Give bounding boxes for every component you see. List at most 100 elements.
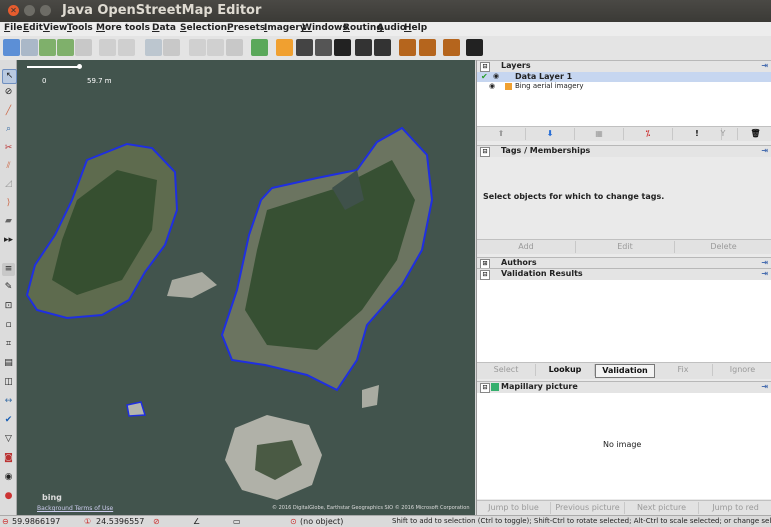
latitude-value: 59.9866197 [12, 517, 61, 526]
panel-notes-icon[interactable]: ▤ [2, 357, 15, 370]
mapillary-panel-header[interactable]: ⊟ Mapillary picture ⇥ [477, 381, 771, 393]
hand-preset-icon[interactable] [334, 39, 351, 56]
menu-help[interactable]: Help [404, 23, 427, 33]
close-window-icon[interactable]: ✕ [8, 5, 19, 16]
panel-mapillary-icon[interactable]: ● [2, 490, 15, 503]
new-layer-icon[interactable] [3, 39, 20, 56]
menu-file[interactable]: File [4, 23, 22, 33]
collapse-icon[interactable]: ⊟ [480, 147, 490, 157]
validation-button[interactable]: Validation [595, 364, 655, 378]
panel-commands-icon[interactable]: ⌗ [2, 338, 15, 351]
open-file-icon[interactable] [21, 39, 38, 56]
panel-authors-icon[interactable]: ◙ [2, 452, 15, 465]
restaurant-preset-icon[interactable] [419, 39, 436, 56]
historic-preset-icon[interactable] [443, 39, 460, 56]
menu-bar: File Edit View Tools More tools Data Sel… [0, 22, 771, 36]
collapse-icon[interactable]: ⊟ [480, 62, 490, 72]
building-tool-icon[interactable]: ▰ [2, 215, 15, 228]
collapse-icon[interactable]: ⊟ [480, 270, 490, 280]
building-preset-icon[interactable] [276, 39, 293, 56]
menu-edit[interactable]: Edit [23, 23, 43, 33]
menu-imagery[interactable]: Imagery [264, 23, 306, 33]
panel-conflict-icon[interactable]: ↔ [2, 395, 15, 408]
improve-way-icon[interactable]: ⟩ [2, 197, 15, 210]
menu-tools[interactable]: Tools [67, 23, 93, 33]
fix-button[interactable]: Fix [654, 364, 713, 376]
visibility-eye-icon[interactable]: ◉ [493, 72, 499, 80]
menu-data[interactable]: Data [152, 23, 176, 33]
visibility-eye-icon[interactable]: ◉ [489, 82, 495, 90]
draw-mode-icon[interactable]: ╱ [2, 105, 15, 118]
merge-icon[interactable]: Y [709, 128, 738, 140]
minimize-window-icon[interactable] [24, 5, 35, 16]
collapse-icon[interactable]: ⊟ [480, 383, 490, 393]
maximize-window-icon[interactable] [40, 5, 51, 16]
delete-mode-icon[interactable]: ✂ [2, 142, 15, 155]
layer-item-imagery[interactable]: ◉ Bing aerial imagery [477, 82, 771, 92]
previous-picture-button[interactable]: Previous picture [551, 502, 625, 514]
refresh-icon[interactable] [226, 39, 243, 56]
redo-icon[interactable] [118, 39, 135, 56]
panel-selection-icon[interactable]: ▫ [2, 319, 15, 332]
menu-presets[interactable]: Presets [227, 23, 265, 33]
landuse-preset-icon[interactable] [251, 39, 268, 56]
menu-view[interactable]: View [43, 23, 67, 33]
car-preset-icon[interactable] [355, 39, 372, 56]
move-down-icon[interactable]: ⬇ [526, 128, 575, 140]
pin-icon[interactable]: ⇥ [761, 269, 768, 278]
map-view[interactable]: 0 59.7 m bing Background Terms of Use © … [17, 60, 475, 515]
layer-item-data[interactable]: ✔ ◉ Data Layer 1 [477, 72, 771, 82]
panel-filter-icon[interactable]: ▽ [2, 433, 15, 446]
validation-panel-header[interactable]: ⊟ Validation Results ⇥ [477, 268, 771, 280]
panel-history-icon[interactable]: ◫ [2, 376, 15, 389]
undo-icon[interactable] [99, 39, 116, 56]
zoom-to-data-icon[interactable] [145, 39, 162, 56]
menu-more-tools[interactable]: More tools [96, 23, 150, 33]
split-way-icon[interactable] [207, 39, 224, 56]
save-icon[interactable] [75, 39, 92, 56]
lasso-icon[interactable]: ⊘ [2, 86, 15, 99]
combine-way-icon[interactable] [189, 39, 206, 56]
move-up-icon[interactable]: ⬆ [477, 128, 526, 140]
panel-relations-icon[interactable]: ⊡ [2, 300, 15, 313]
pin-icon[interactable]: ⇥ [761, 258, 768, 267]
barrier-preset-icon[interactable] [296, 39, 313, 56]
panel-changeset-icon[interactable]: ◉ [2, 471, 15, 484]
more-tools-icon[interactable]: ▸▸ [2, 234, 15, 247]
terrain-preset-icon[interactable] [466, 39, 483, 56]
edit-tag-button[interactable]: Edit [576, 241, 675, 253]
extrude-mode-icon[interactable]: ◿ [2, 178, 15, 191]
delete-tag-button[interactable]: Delete [675, 241, 771, 253]
select-button[interactable]: Select [477, 364, 536, 376]
upload-icon[interactable] [57, 39, 74, 56]
next-picture-button[interactable]: Next picture [625, 502, 699, 514]
show-hide-icon[interactable]: ⁒ [624, 128, 673, 140]
ignore-button[interactable]: Ignore [713, 364, 771, 376]
add-tag-button[interactable]: Add [477, 241, 576, 253]
menu-selection[interactable]: Selection [180, 23, 227, 33]
jump-to-blue-button[interactable]: Jump to blue [477, 502, 551, 514]
tags-panel-header[interactable]: ⊟ Tags / Memberships ⇥ [477, 145, 771, 157]
bus-preset-icon[interactable] [374, 39, 391, 56]
activate-layer-icon[interactable]: ▦ [575, 128, 624, 140]
parallel-mode-icon[interactable]: ⫽ [2, 160, 15, 173]
info-preset-icon[interactable] [399, 39, 416, 56]
pin-icon[interactable]: ⇥ [761, 382, 768, 391]
delete-layer-icon[interactable]: 🗑 [739, 128, 771, 140]
menu-audio[interactable]: Audio [377, 23, 406, 33]
panel-layers-icon[interactable]: ≡ [2, 263, 15, 276]
terms-of-use-link[interactable]: Background Terms of Use [37, 505, 113, 512]
pin-icon[interactable]: ⇥ [761, 61, 768, 70]
select-mode-icon[interactable]: ↖ [2, 69, 17, 84]
panel-tags-icon[interactable]: ✎ [2, 281, 15, 294]
menu-windows[interactable]: Windows [302, 23, 348, 33]
panel-validation-icon[interactable]: ✔ [2, 414, 15, 427]
lookup-button[interactable]: Lookup [536, 364, 595, 376]
jump-to-red-button[interactable]: Jump to red [699, 502, 771, 514]
zoom-layer-icon[interactable] [163, 39, 180, 56]
pin-icon[interactable]: ⇥ [761, 146, 768, 155]
layers-panel-header[interactable]: ⊟ Layers ⇥ [477, 60, 771, 72]
door-preset-icon[interactable] [315, 39, 332, 56]
download-icon[interactable] [39, 39, 56, 56]
zoom-mode-icon[interactable]: ⌕ [2, 123, 15, 136]
